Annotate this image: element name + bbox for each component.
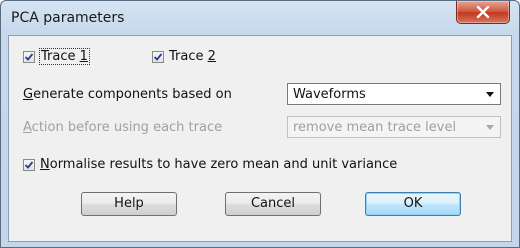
close-button[interactable] [456, 1, 510, 24]
trace-2-option[interactable]: Trace 2 [152, 49, 216, 64]
checkmark-icon [153, 52, 163, 61]
ok-button[interactable]: OK [365, 192, 461, 216]
trace-2-checkbox[interactable] [152, 50, 164, 63]
chevron-down-icon [486, 92, 494, 97]
help-button[interactable]: Help [81, 192, 177, 216]
action-before-trace-label: Action before using each trace [23, 120, 223, 135]
action-dropdown-value: remove mean trace level [293, 120, 457, 135]
dialog-body: Trace 1 Trace 2 Generate components base… [8, 35, 512, 242]
trace-1-checkbox[interactable] [23, 50, 35, 63]
close-icon [476, 6, 490, 18]
normalise-checkbox[interactable] [23, 158, 35, 171]
checkmark-icon [24, 160, 34, 169]
window-title: PCA parameters [11, 10, 125, 26]
title-bar: PCA parameters [1, 1, 519, 35]
action-dropdown[interactable]: remove mean trace level [287, 116, 501, 138]
pca-parameters-dialog: PCA parameters Trace 1 Trace 2 Generate … [0, 0, 520, 248]
normalise-label: Normalise results to have zero mean and … [40, 157, 398, 172]
trace-1-label: Trace 1 [39, 48, 90, 65]
trace-1-option[interactable]: Trace 1 [23, 48, 90, 65]
components-dropdown[interactable]: Waveforms [287, 83, 501, 105]
normalise-option[interactable]: Normalise results to have zero mean and … [23, 157, 397, 172]
components-dropdown-value: Waveforms [293, 87, 366, 102]
chevron-down-icon [486, 125, 494, 130]
generate-components-label: Generate components based on [23, 87, 232, 102]
cancel-button[interactable]: Cancel [225, 192, 321, 216]
checkmark-icon [24, 52, 34, 61]
trace-2-label: Trace 2 [169, 49, 216, 64]
